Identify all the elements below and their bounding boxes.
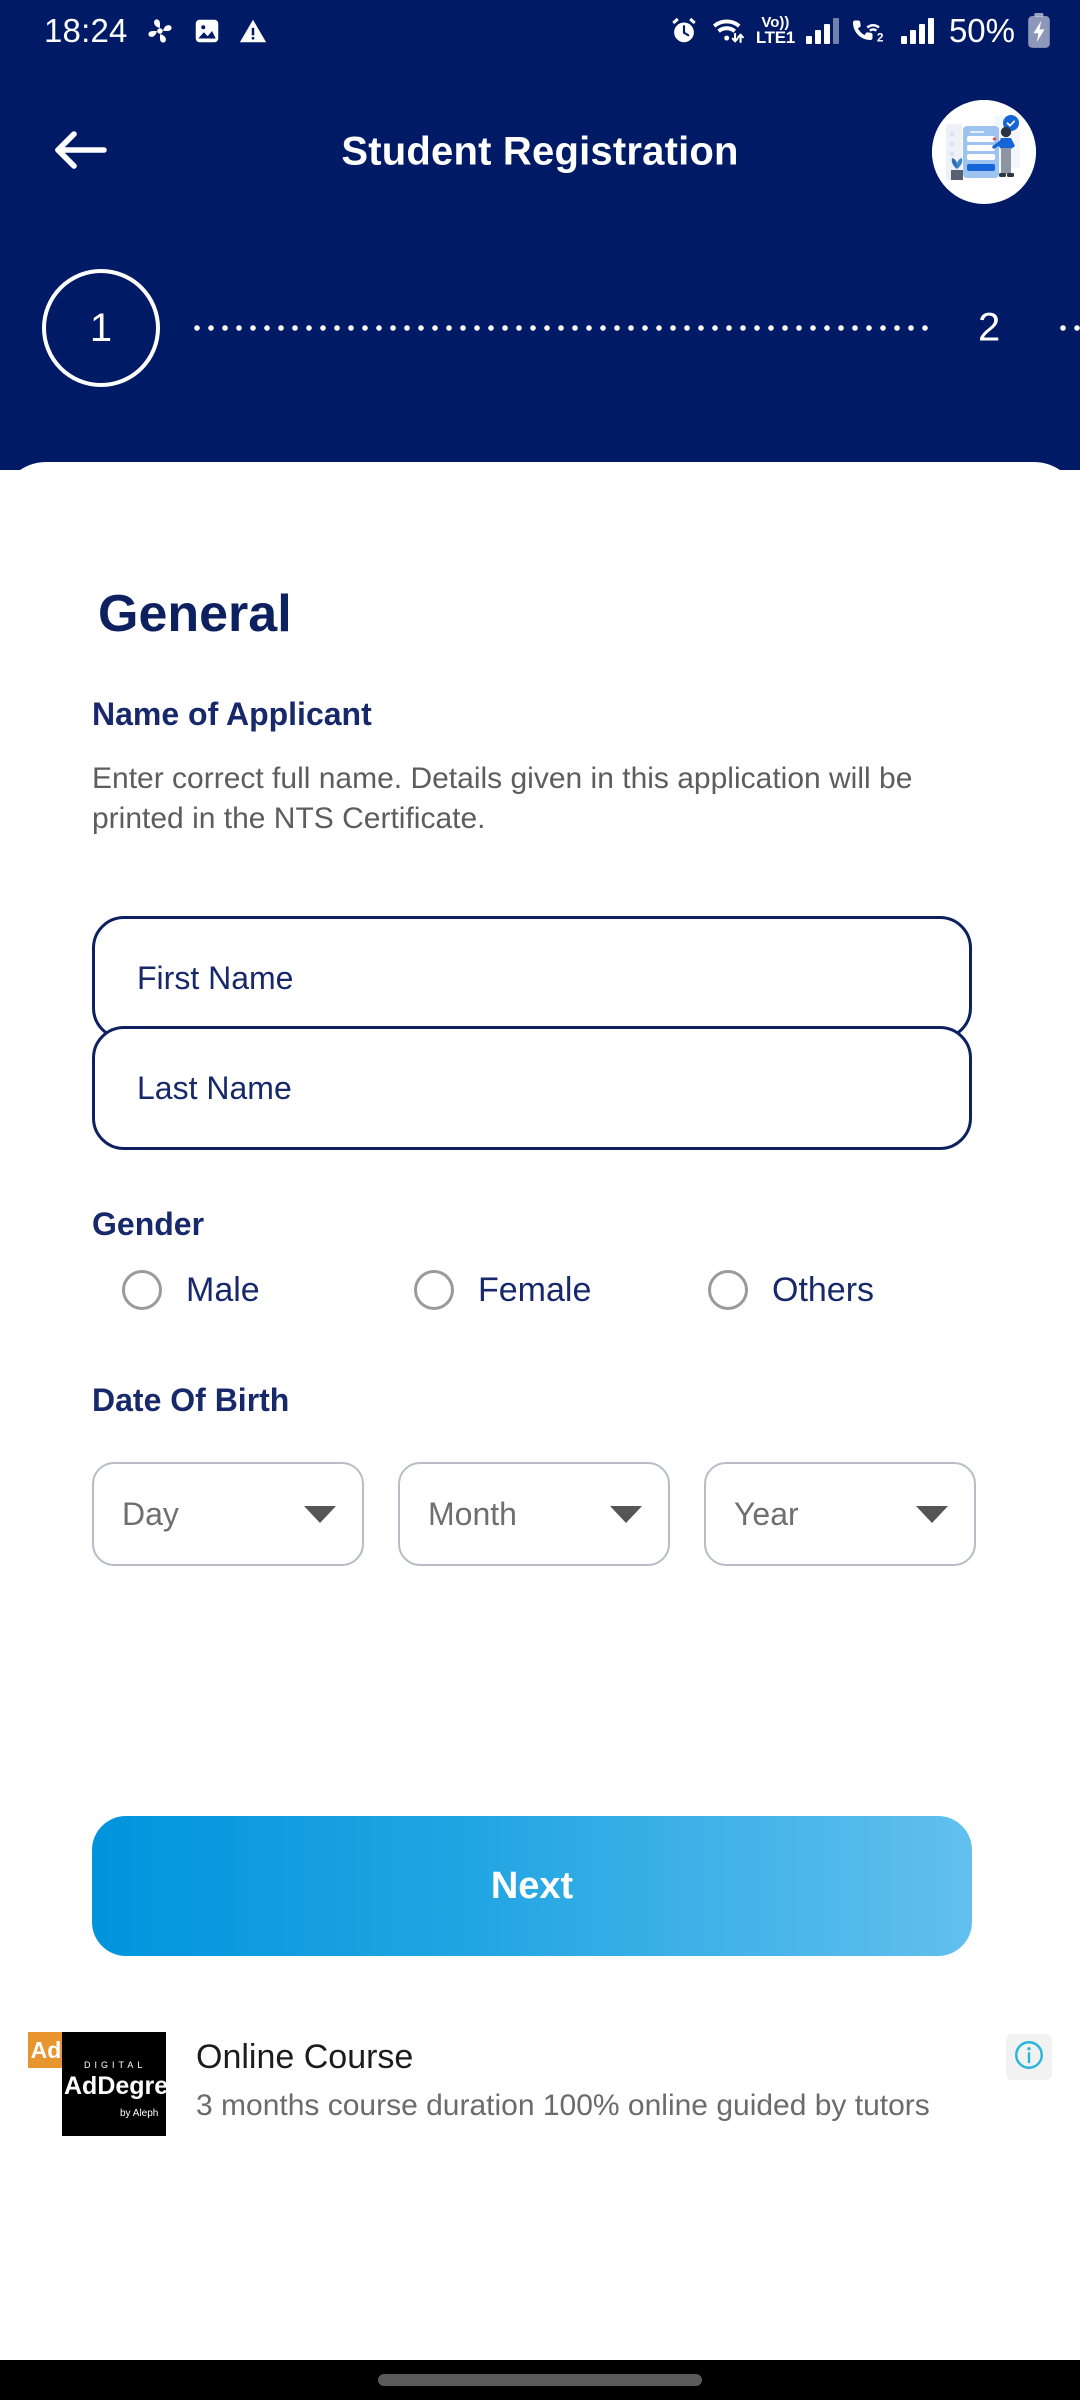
volte-icon: Vo)) LTE1 <box>755 15 795 48</box>
status-clock: 18:24 <box>44 12 128 49</box>
gender-label: Gender <box>92 1206 205 1242</box>
chevron-down-icon <box>916 1505 948 1523</box>
date-of-birth-selects: Day Month Year <box>92 1462 976 1566</box>
ad-text: Online Course 3 months course duration 1… <box>196 2038 930 2123</box>
chevron-down-icon <box>610 1505 642 1523</box>
status-bar-left: 18:24 <box>44 12 268 50</box>
last-name-input[interactable]: Last Name <box>92 1026 972 1150</box>
volte-label-bottom: LTE1 <box>755 28 795 48</box>
name-of-applicant-label: Name of Applicant <box>92 696 372 732</box>
svg-text:AdDegree: AdDegree <box>64 2072 166 2100</box>
ad-info-button[interactable] <box>1006 2034 1052 2080</box>
warning-icon <box>238 16 268 46</box>
stepper-connector-1 <box>190 324 930 332</box>
first-name-input[interactable]: First Name <box>92 916 972 1040</box>
fan-icon <box>144 15 176 47</box>
ad-description: 3 months course duration 100% online gui… <box>196 2089 930 2122</box>
system-navigation-bar <box>0 2360 1080 2400</box>
name-of-applicant-help: Enter correct full name. Details given i… <box>92 762 913 835</box>
stepper-step-2[interactable]: 2 <box>978 306 1000 351</box>
gender-radio-group: Male Female Others <box>122 1270 982 1310</box>
stepper-connector-2 <box>1056 324 1080 332</box>
call-wifi-sim2-icon: 2 <box>850 16 890 46</box>
image-icon <box>192 16 222 46</box>
stepper-step-1[interactable]: 1 <box>42 269 160 387</box>
dob-day-value: Day <box>122 1495 179 1532</box>
ad-logo: DIGITAL AdDegree by Aleph <box>62 2032 166 2136</box>
registration-illustration-avatar <box>932 100 1036 204</box>
alarm-icon <box>668 15 700 47</box>
radio-circle-icon <box>708 1270 748 1310</box>
dob-day-select[interactable]: Day <box>92 1462 364 1566</box>
gender-option-others[interactable]: Others <box>708 1270 874 1310</box>
date-of-birth-label: Date Of Birth <box>92 1382 290 1418</box>
dob-year-select[interactable]: Year <box>704 1462 976 1566</box>
ad-banner[interactable]: Ad DIGITAL AdDegree by Aleph Online Cour… <box>0 2030 1080 2170</box>
gender-option-female[interactable]: Female <box>414 1270 708 1310</box>
app-bar: Student Registration <box>0 92 1080 212</box>
dob-year-value: Year <box>734 1495 799 1532</box>
battery-charging-icon <box>1026 13 1052 49</box>
name-of-applicant-group: Name of Applicant Enter correct full nam… <box>92 696 958 839</box>
status-bar-right: Vo)) LTE1 2 50% <box>668 12 1052 50</box>
status-bar: 18:24 Vo)) LTE1 2 50% <box>0 0 1080 62</box>
info-icon <box>1012 2038 1046 2077</box>
dob-month-select[interactable]: Month <box>398 1462 670 1566</box>
signal-bars-sim1-icon <box>805 18 839 44</box>
wifi-icon <box>711 15 745 47</box>
progress-stepper: 1 2 <box>0 268 1080 388</box>
page-title: Student Registration <box>341 129 739 174</box>
radio-circle-icon <box>414 1270 454 1310</box>
svg-text:by Aleph: by Aleph <box>120 2108 158 2119</box>
svg-text:2: 2 <box>877 31 884 45</box>
radio-circle-icon <box>122 1270 162 1310</box>
chevron-down-icon <box>304 1505 336 1523</box>
header-background <box>0 0 1080 470</box>
battery-percent-label: 50% <box>948 12 1015 49</box>
signal-bars-sim2-icon <box>900 18 934 44</box>
gender-option-male[interactable]: Male <box>122 1270 414 1310</box>
dob-month-value: Month <box>428 1495 517 1532</box>
gender-option-female-label: Female <box>478 1270 592 1309</box>
gender-option-others-label: Others <box>772 1270 875 1309</box>
avatar[interactable] <box>932 100 1036 204</box>
svg-text:DIGITAL: DIGITAL <box>84 2060 146 2070</box>
gesture-pill-handle[interactable] <box>378 2374 702 2386</box>
section-title-general: General <box>98 585 292 643</box>
phone-screen: 18:24 Vo)) LTE1 2 50% Student Registrati… <box>0 0 1080 2400</box>
first-name-placeholder: First Name <box>137 959 294 996</box>
next-button[interactable]: Next <box>92 1816 972 1956</box>
ad-title: Online Course <box>196 2038 414 2076</box>
gender-option-male-label: Male <box>186 1270 260 1309</box>
ad-badge: Ad <box>28 2032 64 2068</box>
last-name-placeholder: Last Name <box>137 1069 292 1106</box>
